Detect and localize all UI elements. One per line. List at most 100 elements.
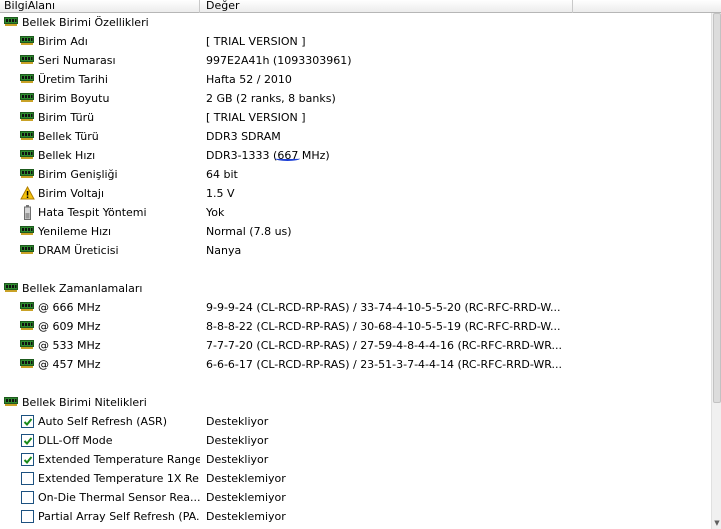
field-value: Destekliyor [206, 415, 269, 428]
field-label: @ 457 MHz [38, 358, 101, 371]
value-prefix: DDR3-1333 ( [206, 149, 278, 162]
highlighted-value: 667 [277, 149, 299, 162]
field-value: Nanya [206, 244, 242, 257]
field-value: 7-7-7-20 (CL-RCD-RP-RAS) / 27-59-4-8-4-4… [206, 339, 563, 352]
field-value: Yok [206, 206, 225, 219]
field-label: DRAM Üreticisi [38, 244, 119, 257]
field-value: 64 bit [206, 168, 238, 181]
value-suffix: MHz) [298, 149, 330, 162]
field-label: Birim Türü [38, 111, 95, 124]
field-label: DLL-Off Mode [38, 434, 113, 447]
list-item[interactable]: Auto Self Refresh (ASR) Destekliyor [0, 412, 711, 431]
ram-icon [20, 36, 34, 45]
field-value: 997E2A41h (1093303961) [206, 54, 352, 67]
ram-icon [4, 17, 18, 26]
ram-icon [20, 112, 34, 121]
field-label: Auto Self Refresh (ASR) [38, 415, 167, 428]
field-value: Destekliyor [206, 434, 269, 447]
field-value: Desteklemiyor [206, 472, 286, 485]
field-label: Birim Genişliği [38, 168, 118, 181]
category-label: Bellek Zamanlamaları [22, 282, 143, 295]
list-item[interactable]: DRAM Üreticisi Nanya [0, 241, 711, 260]
field-label: Extended Temperature 1X Re... [38, 472, 200, 485]
list-item[interactable]: Extended Temperature 1X Re... Desteklemi… [0, 469, 711, 488]
field-value: Normal (7.8 us) [206, 225, 292, 238]
list-item[interactable]: Extended Temperature Range Destekliyor [0, 450, 711, 469]
field-label: Yenileme Hızı [38, 225, 112, 238]
field-label: Bellek Türü [38, 130, 99, 143]
ram-icon [20, 340, 34, 349]
ram-icon [20, 302, 34, 311]
warning-icon [20, 186, 35, 200]
list-item[interactable]: @ 666 MHz 9-9-9-24 (CL-RCD-RP-RAS) / 33-… [0, 298, 711, 317]
list-item[interactable]: Hata Tespit Yöntemi Yok [0, 203, 711, 222]
scrollbar-thumb[interactable] [713, 13, 721, 403]
ram-icon [4, 397, 18, 406]
category-label: Bellek Birimi Nitelikleri [22, 396, 147, 409]
checkbox-unchecked-icon [21, 491, 34, 504]
info-list: Bellek Birimi Özellikleri Birim Adı [ TR… [0, 13, 711, 529]
ram-icon [20, 150, 34, 159]
list-item[interactable]: Yenileme Hızı Normal (7.8 us) [0, 222, 711, 241]
category-memory-module-properties[interactable]: Bellek Birimi Özellikleri [0, 13, 711, 32]
scroll-down-arrow-icon[interactable]: ▼ [712, 517, 721, 529]
field-label: Bellek Hızı [38, 149, 96, 162]
ram-icon [20, 169, 34, 178]
list-item[interactable]: Birim Adı [ TRIAL VERSION ] [0, 32, 711, 51]
ram-icon [20, 74, 34, 83]
field-value: Destekliyor [206, 453, 269, 466]
ram-icon [20, 131, 34, 140]
field-value: DDR3 SDRAM [206, 130, 281, 143]
field-value: [ TRIAL VERSION ] [206, 111, 306, 124]
field-label: @ 609 MHz [38, 320, 101, 333]
field-label: On-Die Thermal Sensor Rea... [38, 491, 200, 504]
column-header-value[interactable]: Değer [200, 0, 573, 13]
list-item[interactable]: Bellek Hızı DDR3-1333 (667 MHz) [0, 146, 711, 165]
list-item[interactable]: On-Die Thermal Sensor Rea... Desteklemiy… [0, 488, 711, 507]
list-header: BilgiAlanı Değer [0, 0, 721, 13]
ram-icon [20, 321, 34, 330]
checkbox-unchecked-icon [21, 510, 34, 523]
list-item[interactable]: Birim Türü [ TRIAL VERSION ] [0, 108, 711, 127]
field-label: Birim Boyutu [38, 92, 110, 105]
list-item[interactable]: Birim Boyutu 2 GB (2 ranks, 8 banks) [0, 89, 711, 108]
field-value: Desteklemiyor [206, 510, 286, 523]
list-item[interactable]: Birim Voltajı 1.5 V [0, 184, 711, 203]
checkbox-checked-icon [21, 434, 34, 447]
list-item[interactable]: Üretim Tarihi Hafta 52 / 2010 [0, 70, 711, 89]
field-value: 8-8-8-22 (CL-RCD-RP-RAS) / 30-68-4-10-5-… [206, 320, 561, 333]
field-label: @ 666 MHz [38, 301, 101, 314]
list-item[interactable]: Birim Genişliği 64 bit [0, 165, 711, 184]
field-label: Partial Array Self Refresh (PA... [38, 510, 200, 523]
column-header-empty[interactable] [573, 0, 721, 13]
ram-icon [20, 226, 34, 235]
list-item[interactable]: Bellek Türü DDR3 SDRAM [0, 127, 711, 146]
list-item[interactable]: @ 533 MHz 7-7-7-20 (CL-RCD-RP-RAS) / 27-… [0, 336, 711, 355]
category-memory-timings[interactable]: Bellek Zamanlamaları [0, 279, 711, 298]
list-item[interactable]: Partial Array Self Refresh (PA... Destek… [0, 507, 711, 526]
field-label: Birim Voltajı [38, 187, 105, 200]
vertical-scrollbar[interactable]: ▼ [711, 13, 721, 529]
field-label: Birim Adı [38, 35, 88, 48]
field-value: [ TRIAL VERSION ] [206, 35, 306, 48]
category-label: Bellek Birimi Özellikleri [22, 16, 149, 29]
ram-icon [20, 93, 34, 102]
field-value: 1.5 V [206, 187, 235, 200]
field-value: Desteklemiyor [206, 491, 286, 504]
field-value: DDR3-1333 (667 MHz) [206, 146, 566, 165]
checkbox-checked-icon [21, 453, 34, 466]
field-value: 6-6-6-17 (CL-RCD-RP-RAS) / 23-51-3-7-4-4… [206, 358, 563, 371]
category-memory-module-features[interactable]: Bellek Birimi Nitelikleri [0, 393, 711, 412]
battery-icon [24, 205, 31, 220]
column-header-field[interactable]: BilgiAlanı [0, 0, 200, 13]
field-value: 9-9-9-24 (CL-RCD-RP-RAS) / 33-74-4-10-5-… [206, 301, 561, 314]
list-item[interactable]: @ 457 MHz 6-6-6-17 (CL-RCD-RP-RAS) / 23-… [0, 355, 711, 374]
list-item[interactable]: DLL-Off Mode Destekliyor [0, 431, 711, 450]
ram-icon [20, 245, 34, 254]
field-label: Seri Numarası [38, 54, 116, 67]
field-label: Üretim Tarihi [38, 73, 108, 86]
list-item[interactable]: @ 609 MHz 8-8-8-22 (CL-RCD-RP-RAS) / 30-… [0, 317, 711, 336]
list-item[interactable]: Seri Numarası 997E2A41h (1093303961) [0, 51, 711, 70]
field-value: 2 GB (2 ranks, 8 banks) [206, 92, 336, 105]
ram-icon [20, 55, 34, 64]
